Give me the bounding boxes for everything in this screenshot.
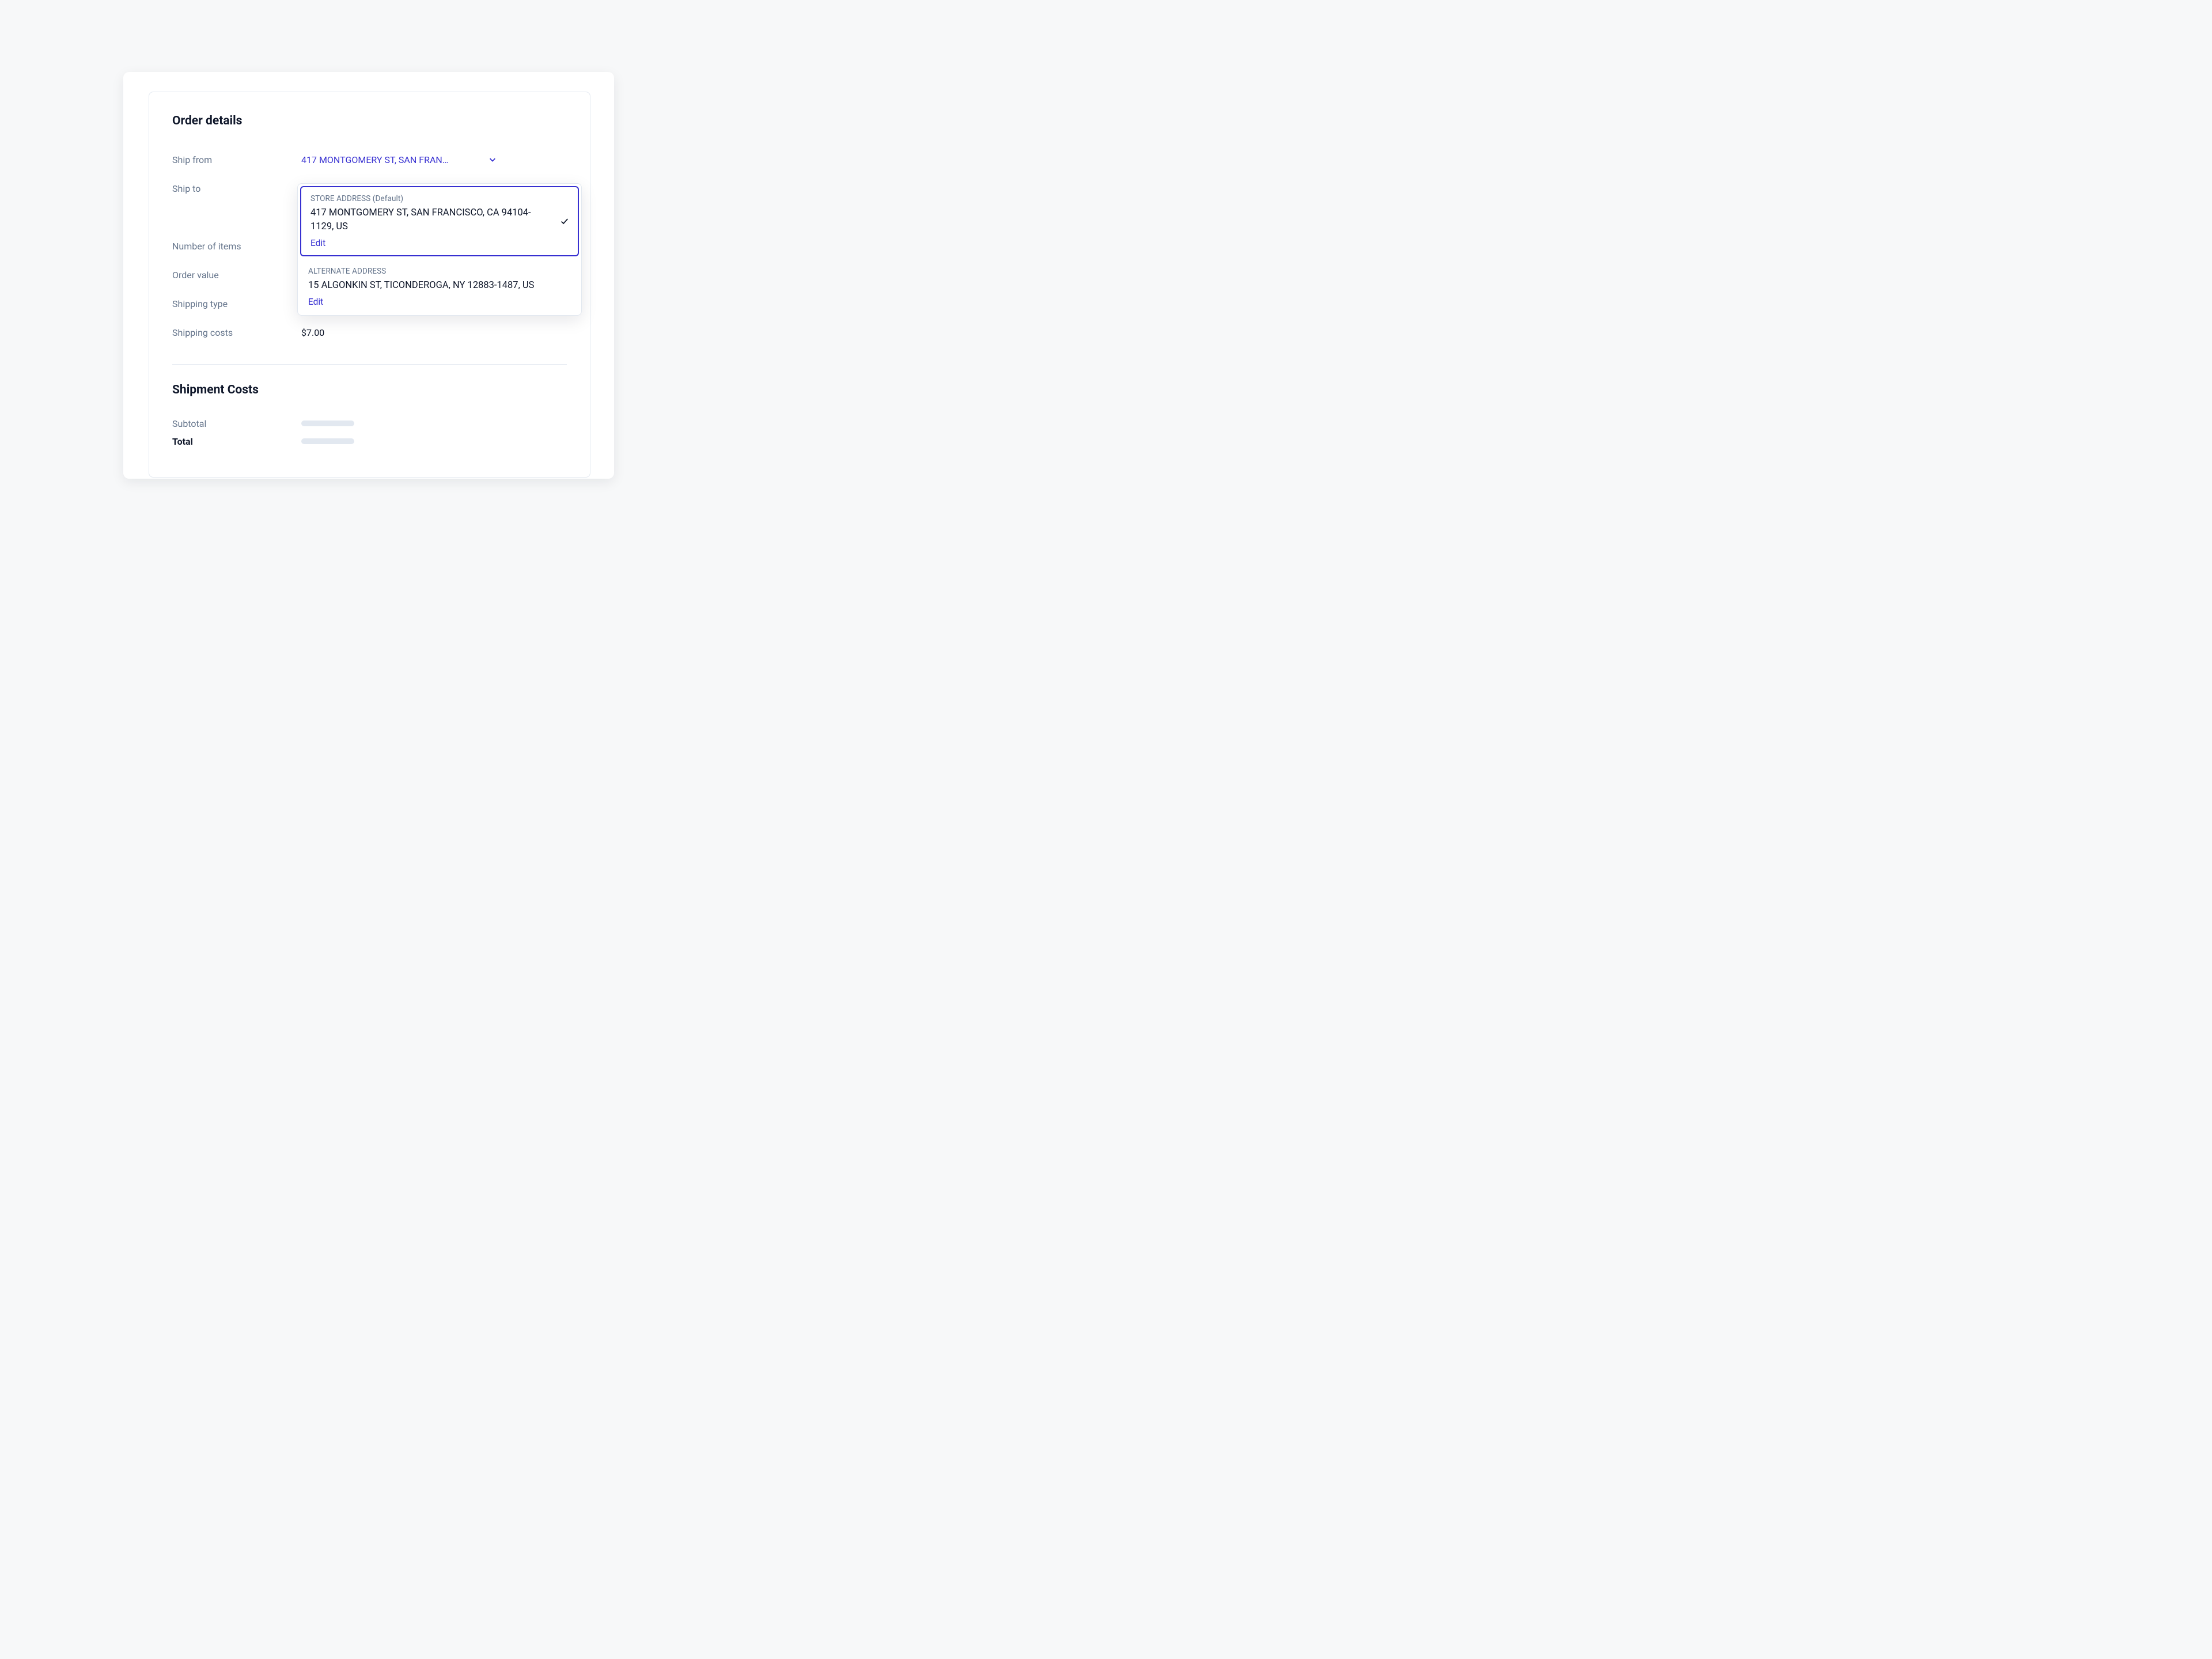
shipping-type-label: Shipping type bbox=[172, 298, 301, 309]
row-total: Total bbox=[172, 433, 567, 450]
shipping-costs-label: Shipping costs bbox=[172, 327, 301, 338]
option-title: STORE ADDRESS (Default) bbox=[310, 194, 552, 203]
chevron-down-icon bbox=[488, 155, 497, 164]
shipment-costs-title: Shipment Costs bbox=[172, 383, 567, 397]
shipping-costs-value: $7.00 bbox=[301, 327, 567, 338]
row-shipping-costs: Shipping costs $7.00 bbox=[172, 318, 567, 347]
ship-to-option-store-address[interactable]: STORE ADDRESS (Default) 417 MONTGOMERY S… bbox=[300, 186, 579, 256]
ship-from-label: Ship from bbox=[172, 154, 301, 165]
option-title: ALTERNATE ADDRESS bbox=[308, 267, 555, 276]
number-of-items-label: Number of items bbox=[172, 241, 301, 252]
total-placeholder bbox=[301, 438, 354, 444]
ship-to-option-alternate-address[interactable]: ALTERNATE ADDRESS 15 ALGONKIN ST, TICOND… bbox=[298, 259, 581, 315]
total-label: Total bbox=[172, 436, 301, 447]
option-address: 15 ALGONKIN ST, TICONDEROGA, NY 12883-14… bbox=[308, 279, 555, 293]
option-address: 417 MONTGOMERY ST, SAN FRANCISCO, CA 941… bbox=[310, 206, 552, 234]
ship-to-label: Ship to bbox=[172, 183, 301, 194]
row-subtotal: Subtotal bbox=[172, 414, 567, 433]
check-icon bbox=[559, 216, 570, 226]
row-ship-from: Ship from 417 MONTGOMERY ST, SAN FRAN… bbox=[172, 145, 567, 174]
subtotal-label: Subtotal bbox=[172, 418, 301, 429]
order-details-title: Order details bbox=[172, 114, 567, 128]
section-divider bbox=[172, 364, 567, 365]
ship-from-selected-text: 417 MONTGOMERY ST, SAN FRAN… bbox=[301, 154, 449, 165]
ship-to-dropdown[interactable]: STORE ADDRESS (Default) 417 MONTGOMERY S… bbox=[297, 183, 582, 316]
order-value-label: Order value bbox=[172, 270, 301, 281]
subtotal-placeholder bbox=[301, 421, 354, 426]
ship-from-select[interactable]: 417 MONTGOMERY ST, SAN FRAN… bbox=[301, 154, 497, 165]
edit-address-link[interactable]: Edit bbox=[310, 238, 325, 248]
edit-address-link[interactable]: Edit bbox=[308, 297, 323, 307]
